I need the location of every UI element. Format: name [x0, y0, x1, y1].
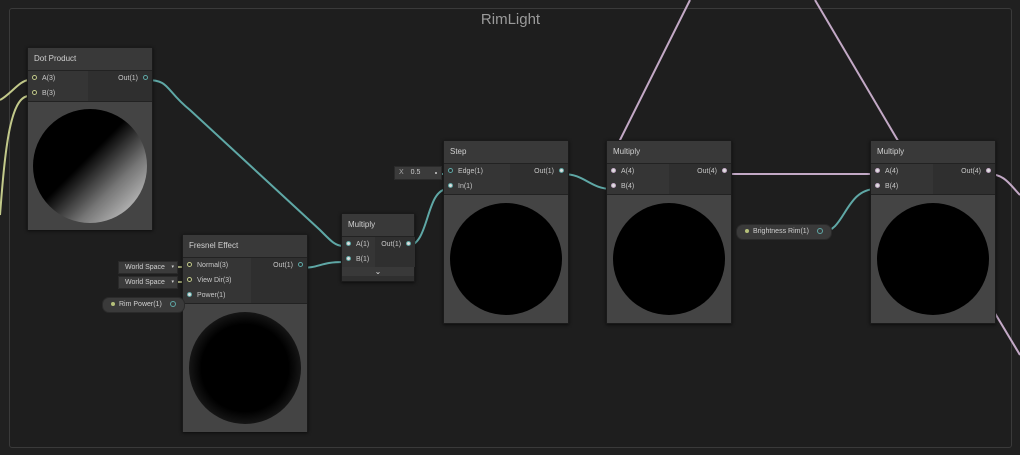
- port-dot-icon: [187, 292, 192, 297]
- dropdown-arrow-icon: ▾: [171, 264, 174, 270]
- port-a[interactable]: A(4): [607, 164, 669, 179]
- node-preview: [28, 101, 152, 230]
- port-dot-icon: [448, 168, 453, 173]
- preview-sphere: [450, 203, 562, 315]
- port-in[interactable]: In(1): [444, 179, 510, 194]
- port-out[interactable]: Out(1): [510, 164, 568, 179]
- chevron-down-icon: ⌄: [374, 267, 382, 276]
- node-step[interactable]: Step Edge(1) In(1) Out(1): [443, 140, 569, 324]
- port-out[interactable]: Out(1): [251, 258, 307, 273]
- port-a[interactable]: A(1): [342, 237, 375, 252]
- port-dot-icon: [406, 241, 412, 246]
- dropdown-arrow-icon: ▾: [171, 279, 174, 285]
- viewdir-space-dropdown[interactable]: World Space ▾: [118, 276, 178, 289]
- port-b[interactable]: B(1): [342, 252, 375, 267]
- property-dot-icon: [745, 229, 749, 234]
- edge-value-input[interactable]: 0.5: [406, 169, 421, 176]
- node-preview: [871, 194, 995, 323]
- port-b[interactable]: B(4): [871, 179, 933, 194]
- preview-sphere: [189, 312, 301, 424]
- port-out[interactable]: Out(4): [669, 164, 731, 179]
- node-title: Multiply: [607, 141, 731, 164]
- port-dot-icon: [187, 277, 192, 282]
- port-dot-icon: [346, 256, 351, 261]
- port-dot-icon: [986, 168, 991, 173]
- property-dot-icon: [111, 302, 115, 307]
- port-out[interactable]: Out(1): [375, 237, 415, 252]
- node-fresnel-effect[interactable]: Fresnel Effect Normal(3) View Dir(3) Pow…: [182, 234, 308, 432]
- port-dot-icon: [559, 168, 564, 173]
- node-title: Step: [444, 141, 568, 164]
- node-preview: [607, 194, 731, 323]
- port-dot-icon: [143, 75, 148, 80]
- node-multiply-3[interactable]: Multiply A(4) B(4) Out(4): [870, 140, 996, 324]
- port-b[interactable]: B(3): [28, 86, 88, 101]
- node-title: Dot Product: [28, 48, 152, 71]
- port-power[interactable]: Power(1): [183, 288, 251, 303]
- preview-sphere: [877, 203, 989, 315]
- port-a[interactable]: A(3): [28, 71, 88, 86]
- port-dot-icon: [875, 168, 880, 173]
- node-dot-product[interactable]: Dot Product A(3) B(3) Out(1): [27, 47, 153, 230]
- port-edge[interactable]: Edge(1): [444, 164, 510, 179]
- node-multiply-2[interactable]: Multiply A(4) B(4) Out(4): [606, 140, 732, 324]
- port-dot-icon: [187, 262, 192, 267]
- normal-space-dropdown[interactable]: World Space ▾: [118, 261, 178, 274]
- port-normal[interactable]: Normal(3): [183, 258, 251, 273]
- preview-sphere: [613, 203, 725, 315]
- port-dot-icon: [722, 168, 727, 173]
- property-brightness-rim[interactable]: Brightness Rim(1): [736, 224, 832, 240]
- port-dot-icon: [875, 183, 880, 188]
- axis-label: X: [399, 169, 404, 176]
- port-dot-icon: [32, 75, 37, 80]
- port-dot-icon: [298, 262, 303, 267]
- group-title: RimLight: [480, 11, 541, 28]
- port-dot-icon: [346, 241, 351, 246]
- node-title: Fresnel Effect: [183, 235, 307, 258]
- node-preview: [183, 303, 307, 432]
- port-a[interactable]: A(4): [871, 164, 933, 179]
- property-rim-power[interactable]: Rim Power(1): [102, 297, 185, 313]
- port-dot-icon: [448, 183, 453, 188]
- node-multiply-1[interactable]: Multiply A(1) B(1) Out(1) ⌄: [341, 213, 416, 282]
- output-dot-icon: [169, 301, 176, 308]
- node-preview: [444, 194, 568, 323]
- step-edge-field[interactable]: X 0.5: [394, 166, 442, 180]
- port-b[interactable]: B(4): [607, 179, 669, 194]
- node-title: Multiply: [342, 214, 414, 237]
- port-dot-icon: [611, 168, 616, 173]
- node-title: Multiply: [871, 141, 995, 164]
- port-view-dir[interactable]: View Dir(3): [183, 273, 251, 288]
- port-out[interactable]: Out(4): [933, 164, 995, 179]
- preview-sphere: [33, 109, 147, 223]
- connector-dot-icon: [435, 172, 437, 174]
- output-dot-icon: [816, 228, 823, 235]
- port-out[interactable]: Out(1): [88, 71, 152, 86]
- port-dot-icon: [611, 183, 616, 188]
- port-dot-icon: [32, 90, 37, 95]
- expand-button[interactable]: ⌄: [342, 267, 414, 276]
